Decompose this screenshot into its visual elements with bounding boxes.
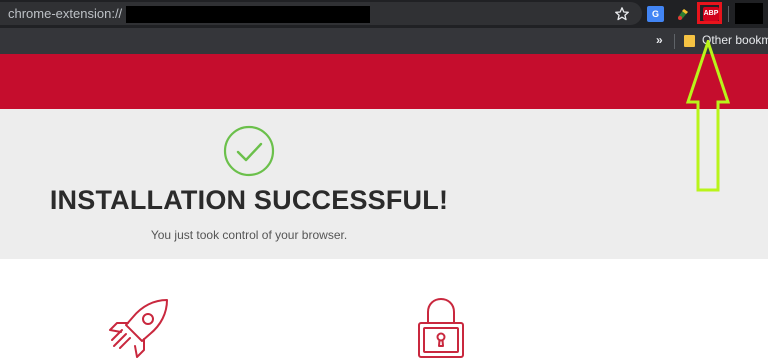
- header-banner: [0, 54, 768, 109]
- url-redaction: [126, 6, 370, 23]
- success-section: INSTALLATION SUCCESSFUL! You just took c…: [0, 109, 768, 259]
- extension-icon[interactable]: [675, 6, 691, 22]
- lock-icon: [418, 298, 464, 358]
- browser-toolbar: chrome-extension:// G ABP: [0, 0, 768, 28]
- bookmarks-divider: [674, 34, 675, 49]
- page-title: INSTALLATION SUCCESSFUL!: [49, 185, 449, 215]
- bookmarks-bar: » Other bookma: [0, 28, 768, 54]
- rocket-icon: [109, 299, 168, 358]
- toolbar-divider: [728, 6, 729, 22]
- more-bookmarks-chevron-icon[interactable]: »: [656, 33, 663, 47]
- annotation-arrow: [685, 40, 731, 192]
- adblock-plus-icon[interactable]: ABP: [703, 7, 719, 21]
- abp-highlight-box[interactable]: ABP: [697, 2, 722, 24]
- url-text: chrome-extension://: [8, 6, 123, 21]
- check-circle-icon: [223, 125, 275, 177]
- bookmark-star-icon[interactable]: [614, 6, 630, 22]
- translate-extension-icon[interactable]: G: [647, 6, 664, 22]
- address-bar[interactable]: chrome-extension://: [0, 2, 642, 25]
- page-subtitle: You just took control of your browser.: [150, 228, 348, 242]
- profile-avatar[interactable]: [735, 3, 763, 24]
